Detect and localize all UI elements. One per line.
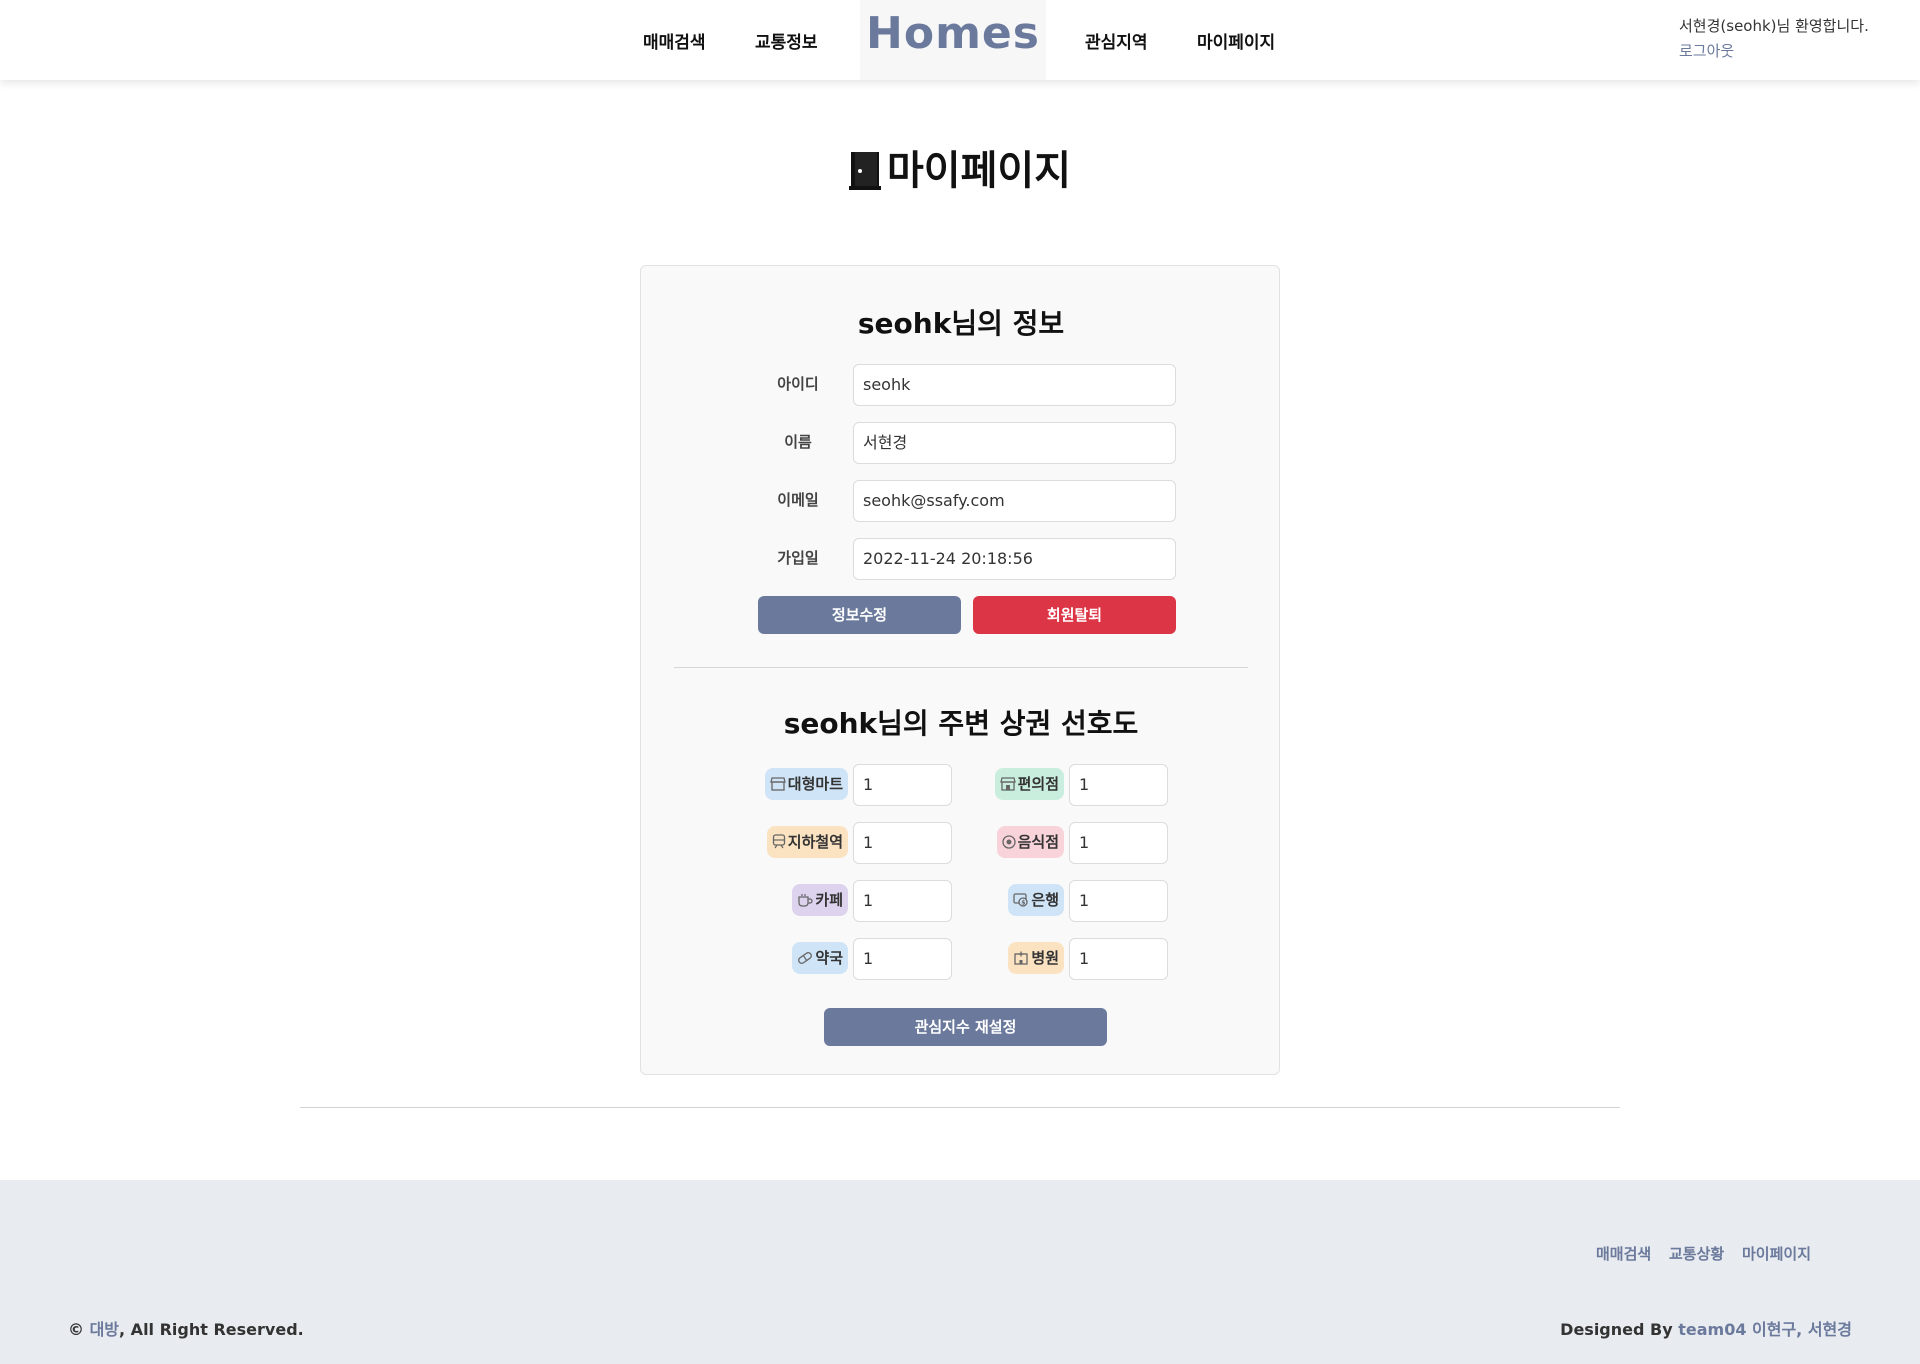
copyright-symbol: © <box>68 1320 84 1339</box>
section-divider <box>674 667 1248 668</box>
copyright: © 대방, All Right Reserved. <box>68 1316 304 1340</box>
badge-restaurant-label: 음식점 <box>1017 833 1059 851</box>
subway-input[interactable]: 1 <box>853 822 952 864</box>
copyright-text: , All Right Reserved. <box>119 1320 304 1339</box>
badge-bank-label: 은행 <box>1031 891 1059 909</box>
pharmacy-input[interactable]: 1 <box>853 938 952 980</box>
field-label-email: 이메일 <box>777 491 819 509</box>
badge-pharmacy-label: 약국 <box>815 949 843 967</box>
restaurant-input[interactable]: 1 <box>1069 822 1168 864</box>
page-title: 마이페이지 <box>0 138 1920 196</box>
info-heading: seohk님의 정보 <box>857 307 1065 340</box>
logo-container[interactable]: Homes <box>860 0 1046 80</box>
email-field[interactable]: seohk@ssafy.com <box>853 480 1176 522</box>
door-icon <box>849 152 881 190</box>
footer: 매매검색 교통상황 마이페이지 © 대방, All Right Reserved… <box>0 1180 1920 1364</box>
copyright-brand-link[interactable]: 대방 <box>90 1320 119 1339</box>
badge-subway: 지하철역 <box>766 826 848 858</box>
badge-hospital-label: 병원 <box>1031 949 1059 967</box>
badge-subway-label: 지하철역 <box>787 833 843 851</box>
nav-mypage[interactable]: 마이페이지 <box>1197 28 1275 53</box>
field-label-name: 이름 <box>784 433 812 451</box>
badge-pharmacy: 약국 <box>792 942 848 974</box>
reset-preference-button[interactable]: 관심지수 재설정 <box>824 1008 1107 1046</box>
train-icon <box>772 834 785 849</box>
delete-account-button[interactable]: 회원탈퇴 <box>973 596 1176 634</box>
badge-cafe-label: 카페 <box>815 891 843 909</box>
id-field[interactable]: seohk <box>853 364 1176 406</box>
hospital-input[interactable]: 1 <box>1069 938 1168 980</box>
page-divider <box>300 1107 1620 1108</box>
badge-restaurant: 음식점 <box>996 826 1064 858</box>
homes-logo[interactable]: Homes <box>860 8 1046 59</box>
field-label-joined: 가입일 <box>777 549 819 567</box>
hospital-icon <box>1014 951 1029 965</box>
logout-link[interactable]: 로그아웃 <box>1679 40 1734 61</box>
badge-mart-label: 대형마트 <box>787 775 843 793</box>
footer-link-traffic[interactable]: 교통상황 <box>1669 1243 1724 1264</box>
footer-link-mypage[interactable]: 마이페이지 <box>1742 1243 1811 1264</box>
mypage-card: seohk님의 정보 아이디 seohk 이름 서현경 이메일 seohk@ss… <box>640 265 1280 1075</box>
pill-icon <box>798 952 813 964</box>
bank-icon: $ <box>1013 893 1029 907</box>
nav-sale-search[interactable]: 매매검색 <box>643 28 706 53</box>
nav-traffic-info[interactable]: 교통정보 <box>755 28 818 53</box>
svg-text:$: $ <box>1022 899 1026 906</box>
preference-heading: seohk님의 주변 상권 선호도 <box>783 707 1139 740</box>
badge-convenience: 편의점 <box>994 768 1064 800</box>
bank-input[interactable]: 1 <box>1069 880 1168 922</box>
nav-interest-area[interactable]: 관심지역 <box>1085 28 1148 53</box>
shop-icon <box>999 777 1016 791</box>
badge-mart: 대형마트 <box>764 768 848 800</box>
store-icon <box>769 777 786 791</box>
designed-by: Designed By team04 이현구, 서현경 <box>1560 1316 1852 1340</box>
page-title-text: 마이페이지 <box>887 148 1071 194</box>
welcome-message: 서현경(seohk)님 환영합니다. <box>1679 17 1869 35</box>
badge-cafe: 카페 <box>792 884 848 916</box>
name-field[interactable]: 서현경 <box>853 422 1176 464</box>
designed-by-prefix: Designed By <box>1560 1320 1673 1339</box>
cup-icon <box>798 894 814 907</box>
footer-link-sale-search[interactable]: 매매검색 <box>1596 1243 1651 1264</box>
restaurant-icon <box>1001 835 1016 849</box>
badge-convenience-label: 편의점 <box>1017 775 1059 793</box>
cafe-input[interactable]: 1 <box>853 880 952 922</box>
designed-by-team-link[interactable]: team04 이현구, 서현경 <box>1678 1320 1852 1339</box>
badge-hospital: 병원 <box>1008 942 1064 974</box>
top-navbar: 매매검색 교통정보 Homes 관심지역 마이페이지 서현경(seohk)님 환… <box>0 0 1920 80</box>
joined-date-field[interactable]: 2022-11-24 20:18:56 <box>853 538 1176 580</box>
mart-input[interactable]: 1 <box>853 764 952 806</box>
field-label-id: 아이디 <box>777 375 819 393</box>
badge-bank: $ 은행 <box>1008 884 1064 916</box>
edit-info-button[interactable]: 정보수정 <box>758 596 961 634</box>
convenience-input[interactable]: 1 <box>1069 764 1168 806</box>
